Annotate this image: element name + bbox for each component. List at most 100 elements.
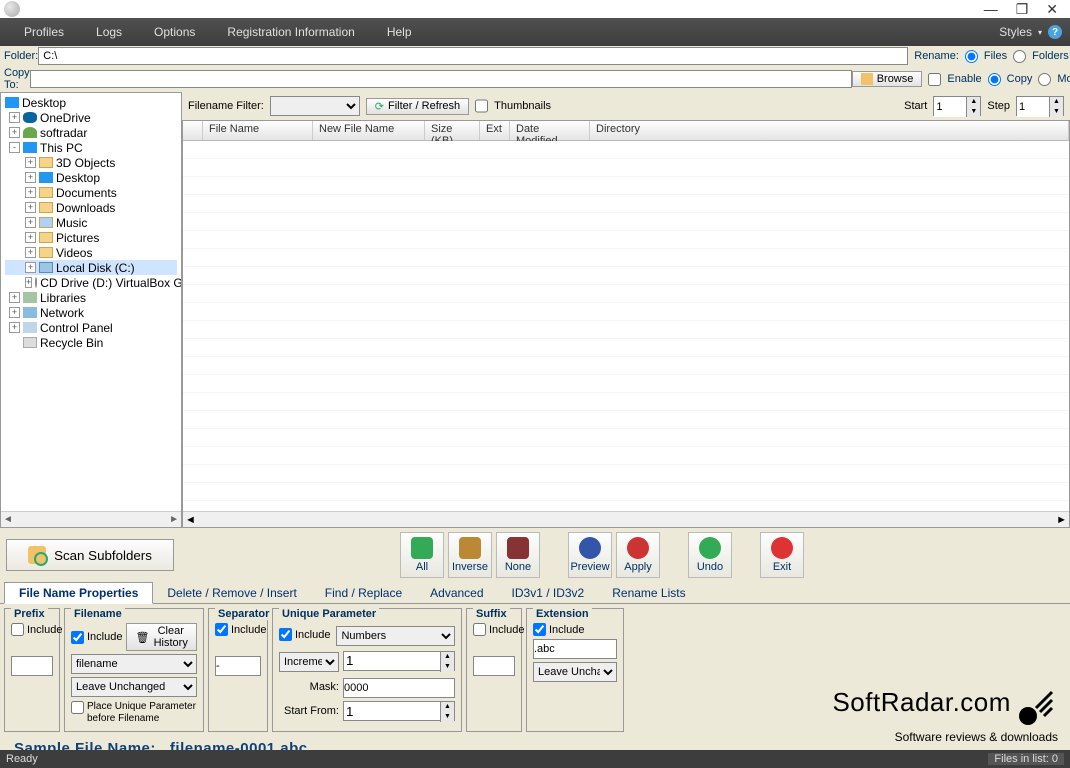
menu-registration[interactable]: Registration Information <box>211 25 370 39</box>
expand-icon[interactable]: + <box>25 157 36 168</box>
select-none-button[interactable]: None <box>496 532 540 578</box>
separator-input[interactable] <box>215 656 261 676</box>
suffix-include-check[interactable] <box>473 623 486 636</box>
tree-softradar[interactable]: softradar <box>40 126 87 140</box>
sep-include-check[interactable] <box>215 623 228 636</box>
tab-delete[interactable]: Delete / Remove / Insert <box>153 583 310 603</box>
help-icon[interactable]: ? <box>1048 25 1062 39</box>
radio-copy[interactable] <box>988 73 1001 86</box>
filename-select[interactable]: filename <box>71 654 197 674</box>
tree-videos[interactable]: Videos <box>56 246 92 260</box>
tree-desktop[interactable]: Desktop <box>22 96 66 110</box>
extension-input[interactable] <box>533 639 617 659</box>
thumbnails-check[interactable] <box>475 96 488 116</box>
expand-icon[interactable]: + <box>9 322 20 333</box>
tree-onedrive[interactable]: OneDrive <box>40 111 91 125</box>
prefix-input[interactable] <box>11 656 53 676</box>
tab-file-name-properties[interactable]: File Name Properties <box>4 582 153 604</box>
tree-ndesktop[interactable]: Desktop <box>56 171 100 185</box>
tab-rename-lists[interactable]: Rename Lists <box>598 583 699 603</box>
start-spinner[interactable]: ▲▼ <box>933 96 981 116</box>
uniq-type-select[interactable]: Numbers <box>336 626 455 646</box>
col-newfilename[interactable]: New File Name <box>313 121 425 140</box>
expand-icon[interactable]: + <box>25 232 36 243</box>
col-check[interactable] <box>183 121 203 140</box>
select-inverse-button[interactable]: Inverse <box>448 532 492 578</box>
tree-music[interactable]: Music <box>56 216 87 230</box>
extension-case-select[interactable]: Leave Unchanged <box>533 662 617 682</box>
place-unique-check[interactable] <box>71 701 84 714</box>
table-body[interactable] <box>183 141 1069 511</box>
col-modified[interactable]: Date Modified <box>510 121 590 140</box>
radio-folders[interactable] <box>1013 50 1026 63</box>
tree-docs[interactable]: Documents <box>56 186 117 200</box>
tree-cddrive[interactable]: CD Drive (D:) VirtualBox Gue <box>40 276 182 290</box>
tree-3dobjects[interactable]: 3D Objects <box>56 156 115 170</box>
expand-icon[interactable]: + <box>9 292 20 303</box>
undo-button[interactable]: Undo <box>688 532 732 578</box>
tab-advanced[interactable]: Advanced <box>416 583 497 603</box>
scan-subfolders-button[interactable]: Scan Subfolders <box>6 539 174 571</box>
apply-button[interactable]: Apply <box>616 532 660 578</box>
expand-icon[interactable]: + <box>9 307 20 318</box>
close-button[interactable]: ✕ <box>1046 1 1058 18</box>
menu-profiles[interactable]: Profiles <box>8 25 80 39</box>
filename-include-check[interactable] <box>71 631 84 644</box>
expand-icon[interactable]: + <box>25 187 36 198</box>
col-size[interactable]: Size (KB) <box>425 121 480 140</box>
tab-find[interactable]: Find / Replace <box>311 583 416 603</box>
filename-case-select[interactable]: Leave Unchanged <box>71 677 197 697</box>
expand-icon[interactable]: + <box>25 262 36 273</box>
tree-pictures[interactable]: Pictures <box>56 231 99 245</box>
menu-help[interactable]: Help <box>371 25 428 39</box>
select-all-button[interactable]: All <box>400 532 444 578</box>
expand-icon[interactable]: + <box>9 112 20 123</box>
suffix-input[interactable] <box>473 656 515 676</box>
collapse-icon[interactable]: - <box>9 142 20 153</box>
menu-options[interactable]: Options <box>138 25 211 39</box>
expand-icon[interactable]: + <box>9 127 20 138</box>
tree-thispc[interactable]: This PC <box>40 141 83 155</box>
maximize-button[interactable]: ❐ <box>1016 1 1029 18</box>
radio-files[interactable] <box>965 50 978 63</box>
col-filename[interactable]: File Name <box>203 121 313 140</box>
tree-localdisk[interactable]: Local Disk (C:) <box>56 261 135 275</box>
expand-icon[interactable]: + <box>25 247 36 258</box>
uniq-increment-select[interactable]: Increment <box>279 652 339 672</box>
increment-spinner[interactable]: ▲▼ <box>343 651 455 671</box>
filter-select[interactable] <box>270 96 360 116</box>
enable-check[interactable] <box>928 73 941 86</box>
uniq-include-check[interactable] <box>279 628 292 641</box>
folder-tree[interactable]: Desktop + OneDrive + softradar - This PC +3… <box>0 92 182 528</box>
menu-styles[interactable]: Styles <box>999 25 1032 39</box>
tree-network[interactable]: Network <box>40 306 84 320</box>
prefix-include-check[interactable] <box>11 623 24 636</box>
tree-downloads[interactable]: Downloads <box>56 201 115 215</box>
browse-button[interactable]: Browse <box>852 71 923 87</box>
expand-icon[interactable]: + <box>25 172 36 183</box>
tree-scrollbar[interactable]: ◄► <box>1 511 181 527</box>
tree-libraries[interactable]: Libraries <box>40 291 86 305</box>
ext-include-check[interactable] <box>533 623 546 636</box>
copyto-input[interactable] <box>30 70 852 88</box>
table-scrollbar[interactable]: ◄► <box>183 511 1069 527</box>
exit-button[interactable]: Exit <box>760 532 804 578</box>
clear-history-button[interactable]: 🗑Clear History <box>126 623 197 651</box>
expand-icon[interactable]: + <box>25 277 32 288</box>
tab-id3[interactable]: ID3v1 / ID3v2 <box>498 583 599 603</box>
preview-button[interactable]: Preview <box>568 532 612 578</box>
filter-refresh-button[interactable]: ⟳Filter / Refresh <box>366 98 469 115</box>
expand-icon[interactable]: + <box>25 202 36 213</box>
tree-controlpanel[interactable]: Control Panel <box>40 321 113 335</box>
step-spinner[interactable]: ▲▼ <box>1016 96 1064 116</box>
menu-logs[interactable]: Logs <box>80 25 138 39</box>
tree-recyclebin[interactable]: Recycle Bin <box>40 336 103 350</box>
col-ext[interactable]: Ext <box>480 121 510 140</box>
col-directory[interactable]: Directory <box>590 121 1069 140</box>
radio-move[interactable] <box>1038 73 1051 86</box>
mask-input[interactable] <box>343 678 455 698</box>
folder-input[interactable] <box>38 47 908 65</box>
expand-icon[interactable]: + <box>25 217 36 228</box>
startfrom-spinner[interactable]: ▲▼ <box>343 701 455 721</box>
minimize-button[interactable]: — <box>984 1 998 18</box>
